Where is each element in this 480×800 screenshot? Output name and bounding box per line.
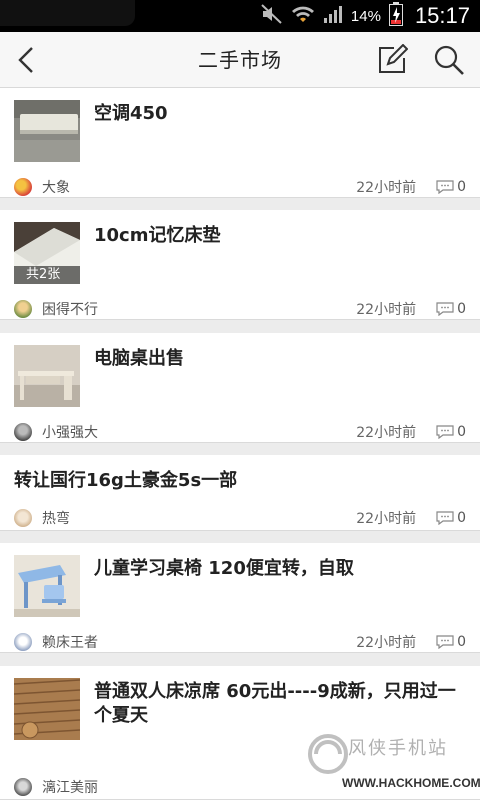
mute-icon: [261, 3, 283, 29]
list-item[interactable]: 电脑桌出售 小强强大 22小时前 0: [0, 333, 480, 443]
comment-icon: [436, 511, 454, 525]
listing-feed[interactable]: 空调450 大象 22小时前 0 共2张 10cm记忆床垫 困得不行 22小时前…: [0, 88, 480, 800]
signal-icon: [323, 4, 343, 29]
status-bar: 14% 15:17: [0, 0, 480, 32]
author-name[interactable]: 赖床王者: [42, 632, 356, 652]
search-icon: [434, 45, 464, 75]
comment-count: 0: [436, 301, 466, 317]
list-item[interactable]: 空调450 大象 22小时前 0: [0, 88, 480, 198]
post-time: 22小时前: [356, 635, 417, 651]
author-name[interactable]: 大象: [42, 177, 356, 197]
author-name[interactable]: 漓江美丽: [42, 777, 466, 797]
comment-count-value: 0: [457, 510, 466, 526]
comment-count: 0: [436, 179, 466, 195]
item-photo[interactable]: [14, 678, 80, 740]
comment-count-value: 0: [457, 301, 466, 317]
item-title[interactable]: 儿童学习桌椅 120便宜转，自取: [94, 557, 466, 581]
post-time: 22小时前: [356, 425, 417, 441]
item-title[interactable]: 普通双人床凉席 60元出----9成新，只用过一个夏天: [94, 680, 466, 728]
comment-icon: [436, 425, 454, 439]
item-title[interactable]: 转让国行16g土豪金5s一部: [14, 469, 466, 493]
avatar[interactable]: [14, 423, 32, 441]
author-name[interactable]: 困得不行: [42, 299, 356, 319]
post-time: 22小时前: [356, 302, 417, 318]
item-title[interactable]: 空调450: [94, 102, 466, 126]
avatar[interactable]: [14, 300, 32, 318]
comment-count: 0: [436, 424, 466, 440]
comment-icon: [436, 180, 454, 194]
page-title: 二手市场: [198, 48, 282, 72]
post-time: 22小时前: [356, 180, 417, 196]
item-photo[interactable]: [14, 555, 80, 617]
status-time: 15:17: [414, 3, 470, 28]
title-bar: 二手市场: [0, 32, 480, 88]
avatar[interactable]: [14, 633, 32, 651]
avatar[interactable]: [14, 778, 32, 796]
item-photo[interactable]: 共2张: [14, 222, 80, 284]
battery-charging-icon: [388, 1, 403, 31]
author-name[interactable]: 热弯: [42, 508, 356, 528]
author-name[interactable]: 小强强大: [42, 422, 356, 442]
battery-percent: 14%: [350, 7, 381, 25]
item-title[interactable]: 电脑桌出售: [94, 347, 466, 371]
search-button[interactable]: [432, 43, 466, 77]
comment-icon: [436, 302, 454, 316]
list-item[interactable]: 儿童学习桌椅 120便宜转，自取 赖床王者 22小时前 0: [0, 543, 480, 653]
status-bar-notification-area: [0, 0, 135, 26]
edit-icon: [379, 43, 409, 73]
comment-icon: [436, 635, 454, 649]
comment-count-value: 0: [457, 634, 466, 650]
comment-count: 0: [436, 634, 466, 650]
item-photo[interactable]: [14, 345, 80, 407]
item-title[interactable]: 10cm记忆床垫: [94, 224, 466, 248]
avatar[interactable]: [14, 509, 32, 527]
wifi-icon: [291, 4, 315, 29]
avatar[interactable]: [14, 178, 32, 196]
item-photo[interactable]: [14, 100, 80, 162]
list-item[interactable]: 共2张 10cm记忆床垫 困得不行 22小时前 0: [0, 210, 480, 320]
comment-count: 0: [436, 510, 466, 526]
image-count-badge: 共2张: [14, 266, 80, 284]
comment-count-value: 0: [457, 424, 466, 440]
list-item[interactable]: 转让国行16g土豪金5s一部 热弯 22小时前 0: [0, 455, 480, 531]
post-time: 22小时前: [356, 511, 417, 527]
compose-button[interactable]: [376, 43, 409, 76]
comment-count-value: 0: [457, 179, 466, 195]
list-item[interactable]: 普通双人床凉席 60元出----9成新，只用过一个夏天 漓江美丽: [0, 666, 480, 800]
